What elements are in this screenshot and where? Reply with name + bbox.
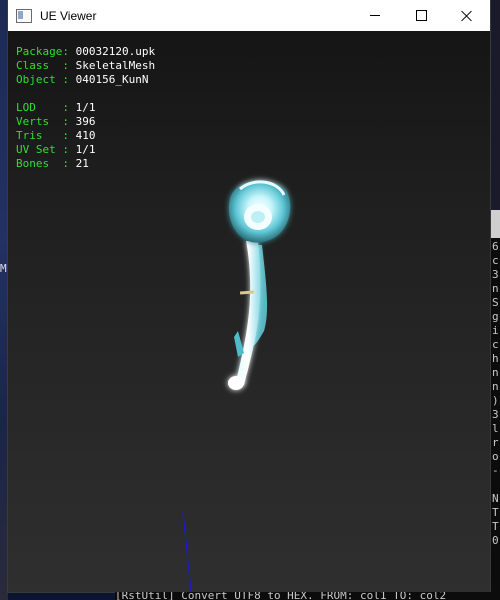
console-line: n — [492, 380, 499, 393]
window-icon — [16, 8, 32, 23]
console-line: l — [492, 422, 499, 435]
maximize-button[interactable] — [398, 0, 444, 31]
console-line: T — [492, 506, 499, 519]
window-controls — [352, 0, 490, 31]
console-line: S — [492, 296, 499, 309]
console-line: i — [492, 324, 499, 337]
maximize-icon — [415, 10, 427, 21]
console-line: 3 — [492, 408, 499, 421]
console-window: 6 c 3 n Sg i c h n n) 3 l r o - N T T 0 — [490, 0, 500, 600]
console-line: c — [492, 338, 499, 351]
console-line: c — [492, 254, 499, 267]
console-lines: 6 c 3 n Sg i c h n n) 3 l r o - N T T 0 — [492, 240, 500, 548]
mesh-fin — [234, 331, 244, 357]
console-line: r — [492, 436, 499, 449]
minimize-button[interactable] — [352, 0, 398, 31]
mesh-head — [228, 180, 291, 243]
console-scrollbar[interactable] — [490, 210, 500, 238]
console-line: 6 — [492, 240, 499, 253]
console-line: - — [492, 464, 499, 477]
console-line: g — [492, 310, 499, 323]
console-line: ) — [492, 394, 499, 407]
close-icon — [461, 10, 473, 22]
console-line: T — [492, 520, 499, 533]
3d-viewport[interactable]: Package: 00032120.upk Class : SkeletalMe… — [8, 31, 490, 592]
mesh-pommel — [228, 376, 244, 390]
console-line: o — [492, 450, 499, 463]
console-line: 0 — [492, 534, 499, 547]
ue-viewer-window: UE Viewer Package: 00032120.upk Class : … — [8, 0, 490, 592]
close-button[interactable] — [444, 0, 490, 31]
console-status-text: [RstUtil] Convert UTF8 to HEX. FROM: col… — [115, 592, 447, 600]
console-line: 3 — [492, 268, 499, 281]
console-line: h — [492, 352, 499, 365]
skeletal-mesh-render — [182, 180, 291, 592]
axis-line — [182, 511, 192, 592]
mesh-shaft — [236, 241, 261, 385]
console-line: n — [492, 366, 499, 379]
minimize-icon — [370, 15, 380, 16]
window-title: UE Viewer — [40, 8, 97, 23]
title-bar[interactable]: UE Viewer — [8, 0, 490, 31]
desktop-background — [0, 0, 8, 600]
console-line: n — [492, 282, 499, 295]
console-status-line: [RstUtil] Convert UTF8 to HEX. FROM: col… — [115, 592, 500, 600]
console-header — [490, 0, 500, 210]
desktop-text: M — [0, 262, 7, 275]
console-line: N — [492, 492, 499, 505]
